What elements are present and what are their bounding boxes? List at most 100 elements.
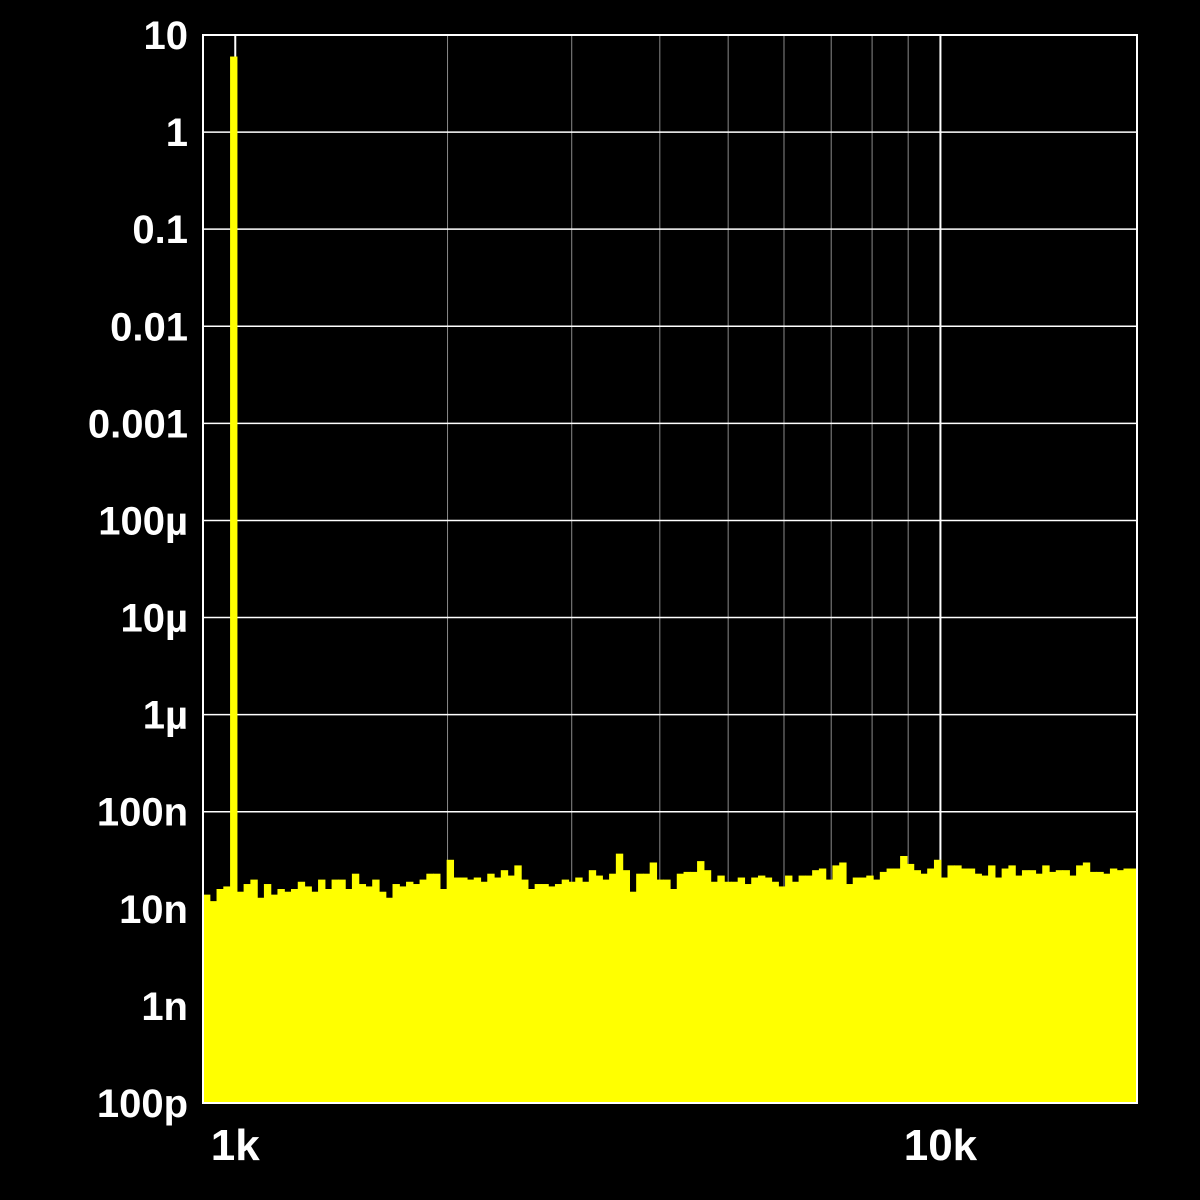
spectrum-bar	[406, 881, 414, 1103]
spectrum-bar	[263, 884, 272, 1103]
spectrum-bar	[1123, 868, 1131, 1103]
spectrum-bar	[1021, 870, 1030, 1103]
spectrum-bar	[243, 884, 251, 1103]
spectrum-bar	[473, 877, 482, 1103]
spectrum-bar	[778, 886, 786, 1103]
spectrum-bar	[1055, 870, 1064, 1103]
spectrum-bar	[886, 868, 894, 1103]
spectrum-bar	[967, 868, 976, 1103]
spectrum-bar	[744, 884, 752, 1103]
spectrum-bar	[453, 877, 461, 1103]
spectrum-bar	[304, 886, 312, 1103]
y-tick-label: 10	[144, 14, 189, 58]
spectrum-bar	[230, 56, 238, 1103]
spectrum-bar	[318, 879, 326, 1103]
spectrum-bar	[1008, 865, 1016, 1103]
spectrum-bar	[385, 897, 394, 1103]
spectrum-bar	[1096, 871, 1104, 1103]
y-tick-label: 0.1	[132, 208, 188, 252]
spectrum-bar	[683, 871, 691, 1103]
spectrum-bar	[906, 863, 915, 1103]
spectrum-bar	[527, 889, 536, 1103]
x-tick-label: 1k	[211, 1121, 260, 1170]
spectrum-bar	[487, 873, 495, 1103]
spectrum-bar	[629, 891, 637, 1103]
spectrum-bar	[588, 870, 597, 1103]
spectrum-bar	[913, 870, 922, 1103]
spectrum-bar	[947, 865, 955, 1103]
spectrum-bar	[1089, 871, 1097, 1103]
spectrum-bar	[994, 877, 1003, 1103]
spectrum-bar	[1015, 875, 1023, 1103]
spectrum-bar	[981, 875, 989, 1103]
spectrum-bar	[507, 875, 515, 1103]
spectrum-bar	[818, 868, 827, 1103]
spectrum-bar	[954, 865, 962, 1103]
spectrum-bar	[622, 870, 630, 1103]
spectrum-bar	[358, 884, 367, 1103]
spectrum-bar	[284, 891, 292, 1103]
spectrum-bar	[534, 884, 543, 1103]
spectrum-bar	[798, 875, 806, 1103]
spectrum-bar	[832, 865, 840, 1103]
spectrum-bar	[879, 871, 888, 1103]
spectrum-bar	[392, 884, 400, 1103]
spectrum-bar	[642, 873, 651, 1103]
spectrum-bar	[764, 877, 773, 1103]
spectrum-bar	[757, 875, 766, 1103]
spectrum-bar	[656, 879, 664, 1103]
spectrum-bar	[399, 886, 407, 1103]
spectrum-bar	[419, 879, 427, 1103]
spectrum-bar	[927, 868, 935, 1103]
y-tick-label: 10n	[119, 888, 188, 932]
spectrum-bar	[297, 881, 306, 1103]
spectrum-bar	[873, 879, 881, 1103]
spectrum-bar	[615, 853, 624, 1103]
spectrum-bar	[609, 873, 617, 1103]
spectrum-bar	[250, 879, 258, 1103]
spectrum-bar	[521, 879, 529, 1103]
spectrum-bar	[602, 879, 610, 1103]
spectrum-bar	[324, 889, 333, 1103]
y-tick-label: 100n	[97, 791, 188, 835]
spectrum-bar	[737, 877, 746, 1103]
spectrum-bar	[1116, 870, 1125, 1103]
spectrum-bar	[439, 889, 448, 1103]
spectrum-bar	[670, 889, 678, 1103]
spectrum-bar	[203, 894, 211, 1103]
spectrum-bar	[1028, 870, 1037, 1103]
spectrum-bar	[940, 877, 949, 1103]
spectrum-bar	[494, 877, 502, 1103]
spectrum-bar	[561, 879, 570, 1103]
spectrum-bar	[548, 886, 556, 1103]
spectrum-bar	[311, 891, 319, 1103]
y-tick-label: 10µ	[120, 597, 188, 641]
spectrum-bar	[933, 859, 942, 1103]
spectrum-bar	[290, 889, 299, 1103]
spectrum-bar	[724, 881, 732, 1103]
spectrum-bar	[378, 891, 387, 1103]
spectrum-bar	[480, 881, 488, 1103]
spectrum-bar	[500, 870, 509, 1103]
y-tick-label: 100p	[97, 1082, 188, 1126]
spectrum-bar	[372, 879, 380, 1103]
spectrum-bar	[223, 886, 231, 1103]
spectrum-bar	[697, 861, 705, 1103]
spectrum-bar	[460, 877, 468, 1103]
y-tick-label: 0.01	[110, 305, 188, 349]
spectrum-bar	[805, 875, 813, 1103]
spectrum-bar	[866, 875, 874, 1103]
spectrum-bar	[365, 886, 373, 1103]
spectrum-bar	[1103, 873, 1111, 1103]
spectrum-bar	[730, 881, 739, 1103]
spectrum-bar	[859, 877, 867, 1103]
spectrum-bar	[1082, 862, 1091, 1103]
spectrum-bar	[514, 865, 522, 1103]
spectrum-bar	[351, 873, 360, 1103]
spectrum-bar	[433, 873, 441, 1103]
spectrum-bar	[663, 879, 671, 1103]
spectrum-bar	[893, 868, 901, 1103]
spectrum-bar	[1049, 871, 1057, 1103]
spectrum-bar	[1001, 868, 1010, 1103]
y-tick-label: 1	[166, 111, 188, 155]
